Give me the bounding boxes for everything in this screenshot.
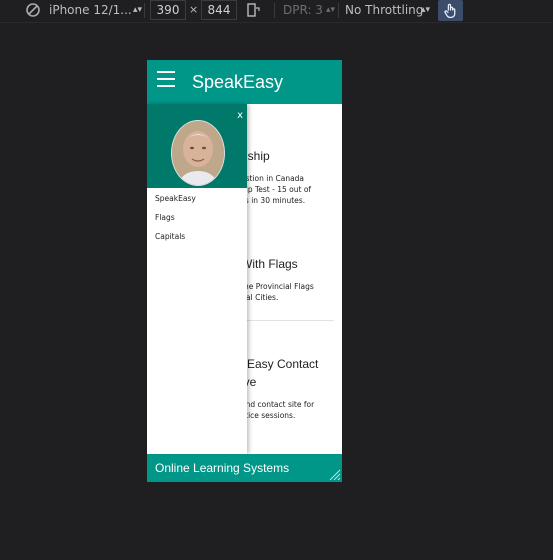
app-title: SpeakEasy xyxy=(192,72,284,92)
card-text: ctice sessions. xyxy=(241,411,296,420)
dimension-separator: × xyxy=(189,3,199,16)
nav-drawer: x SpeakEasy Flags Capitals xyxy=(147,104,247,454)
chevron-updown-icon: ▴▾ xyxy=(326,5,336,15)
rotate-icon[interactable] xyxy=(245,2,261,18)
width-input[interactable]: 390 xyxy=(150,0,186,20)
devtools-device-toolbar: iPhone 12/1... ▴▾ 390 × 844 DPR: 3 ▴▾ No… xyxy=(0,0,553,23)
divider xyxy=(241,320,334,321)
no-entry-icon[interactable] xyxy=(25,2,41,18)
toolbar-divider xyxy=(144,3,145,18)
toolbar-divider xyxy=(338,3,339,18)
chevron-updown-icon: ▴▾ xyxy=(421,5,431,15)
hamburger-icon[interactable] xyxy=(157,71,175,89)
drawer-header: x xyxy=(147,104,247,188)
card-text: the Provincial Flags xyxy=(241,282,314,291)
card-text: and contact site for xyxy=(241,400,315,409)
profile-photo xyxy=(172,121,224,185)
touch-icon xyxy=(444,3,456,19)
throttling-select[interactable]: No Throttling xyxy=(345,2,423,18)
drawer-close-button[interactable]: x xyxy=(237,110,243,121)
avatar xyxy=(171,120,225,186)
height-input[interactable]: 844 xyxy=(201,0,237,20)
card-text: ss in 30 minutes. xyxy=(241,196,306,205)
drawer-item-capitals[interactable]: Capitals xyxy=(155,232,185,241)
app-footer: Online Learning Systems xyxy=(147,454,342,482)
device-select[interactable]: iPhone 12/1... xyxy=(49,2,132,18)
drawer-item-flags[interactable]: Flags xyxy=(155,213,175,222)
chevron-updown-icon: ▴▾ xyxy=(133,5,143,15)
card-text: hip Test - 15 out of xyxy=(241,185,312,194)
card-text: estion in Canada xyxy=(241,174,305,183)
toolbar-divider xyxy=(274,3,275,18)
drawer-item-speakeasy[interactable]: SpeakEasy xyxy=(155,194,196,203)
dpr-select[interactable]: DPR: 3 xyxy=(283,2,323,18)
card-title[interactable]: With Flags xyxy=(241,257,298,271)
resize-grip-icon[interactable] xyxy=(328,468,340,480)
footer-text: Online Learning Systems xyxy=(155,461,290,475)
app-header: SpeakEasy xyxy=(147,60,342,104)
touch-toggle-button[interactable] xyxy=(438,0,463,21)
device-viewport: SpeakEasy nship estion in Canada hip Tes… xyxy=(147,60,342,482)
card-title[interactable]: kEasy Contact xyxy=(241,357,318,371)
